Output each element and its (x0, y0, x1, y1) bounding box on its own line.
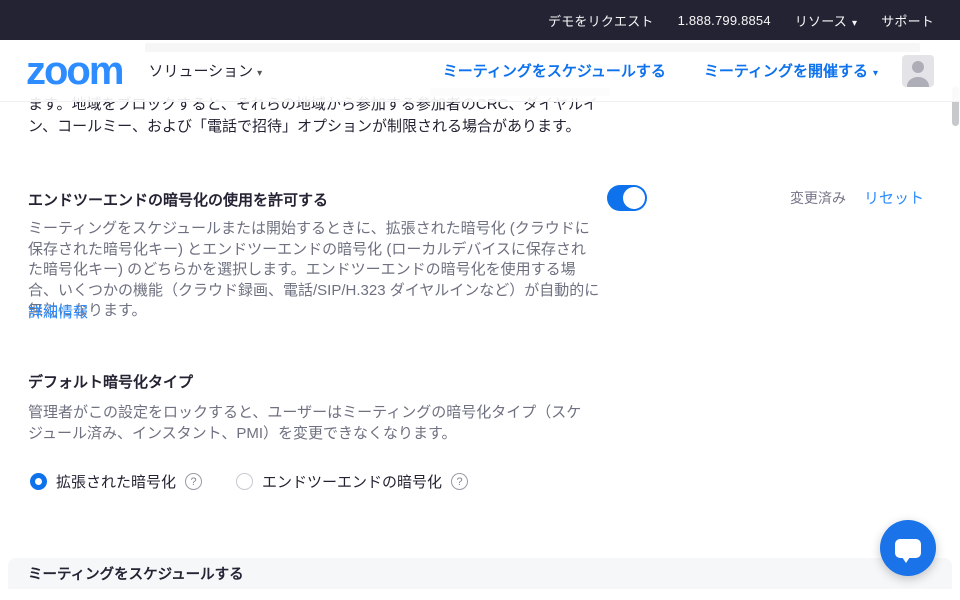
radio-option-enhanced-encryption[interactable]: 拡張された暗号化 ? (30, 471, 202, 492)
phone-number-link[interactable]: 1.888.799.8854 (678, 13, 771, 28)
e2e-setting-title: エンドツーエンドの暗号化の使用を許可する (28, 189, 328, 210)
help-icon[interactable]: ? (185, 473, 202, 490)
top-utility-bar: デモをリクエスト 1.888.799.8854 リソース▾ サポート (0, 0, 960, 40)
resources-menu[interactable]: リソース▾ (795, 11, 857, 30)
section-title: ミーティングをスケジュールする (28, 563, 244, 584)
schedule-meeting-link[interactable]: ミーティングをスケジュールする (443, 60, 666, 81)
avatar-person-icon (912, 61, 924, 73)
radio-option-label: 拡張された暗号化 (56, 471, 176, 492)
solutions-menu[interactable]: ソリューション▾ (148, 60, 262, 81)
zoom-settings-page: デモをリクエスト 1.888.799.8854 リソース▾ サポート ます。地域… (0, 0, 960, 600)
section-header-schedule-meeting: ミーティングをスケジュールする (8, 558, 952, 589)
e2e-toggle[interactable] (607, 185, 647, 211)
request-demo-link[interactable]: デモをリクエスト (548, 11, 654, 30)
chat-bubble-icon (895, 539, 921, 558)
user-avatar[interactable] (902, 55, 934, 87)
modified-badge: 変更済み (790, 188, 846, 208)
toggle-knob (623, 187, 645, 209)
chevron-down-icon: ▾ (873, 68, 878, 79)
avatar-person-icon (907, 77, 929, 87)
radio-unselected-icon[interactable] (236, 473, 253, 490)
default-encryption-description: 管理者がこの設定をロックすると、ユーザーはミーティングの暗号化タイプ（スケジュー… (28, 402, 590, 444)
host-meeting-menu[interactable]: ミーティングを開催する▾ (704, 60, 878, 81)
site-header: zoom ソリューション▾ ミーティングをスケジュールする ミーティングを開催す… (0, 40, 960, 102)
e2e-setting-description: ミーティングをスケジュールまたは開始するときに、拡張された暗号化 (クラウドに保… (28, 219, 600, 322)
radio-option-e2e-encryption[interactable]: エンドツーエンドの暗号化 ? (236, 471, 468, 492)
learn-more-link[interactable]: 詳細情報 (28, 301, 88, 322)
chat-fab-button[interactable] (880, 520, 936, 576)
radio-option-label: エンドツーエンドの暗号化 (262, 471, 442, 492)
chevron-down-icon: ▾ (257, 68, 262, 79)
default-encryption-title: デフォルト暗号化タイプ (28, 371, 193, 392)
support-link[interactable]: サポート (881, 11, 934, 30)
radio-selected-icon[interactable] (30, 473, 47, 490)
help-icon[interactable]: ? (451, 473, 468, 490)
chevron-down-icon: ▾ (852, 18, 857, 29)
setting-status-group: 変更済み リセット (790, 187, 924, 208)
reset-link[interactable]: リセット (864, 187, 924, 208)
encryption-type-radio-group: 拡張された暗号化 ? エンドツーエンドの暗号化 ? (30, 471, 468, 492)
zoom-logo[interactable]: zoom (26, 51, 122, 91)
